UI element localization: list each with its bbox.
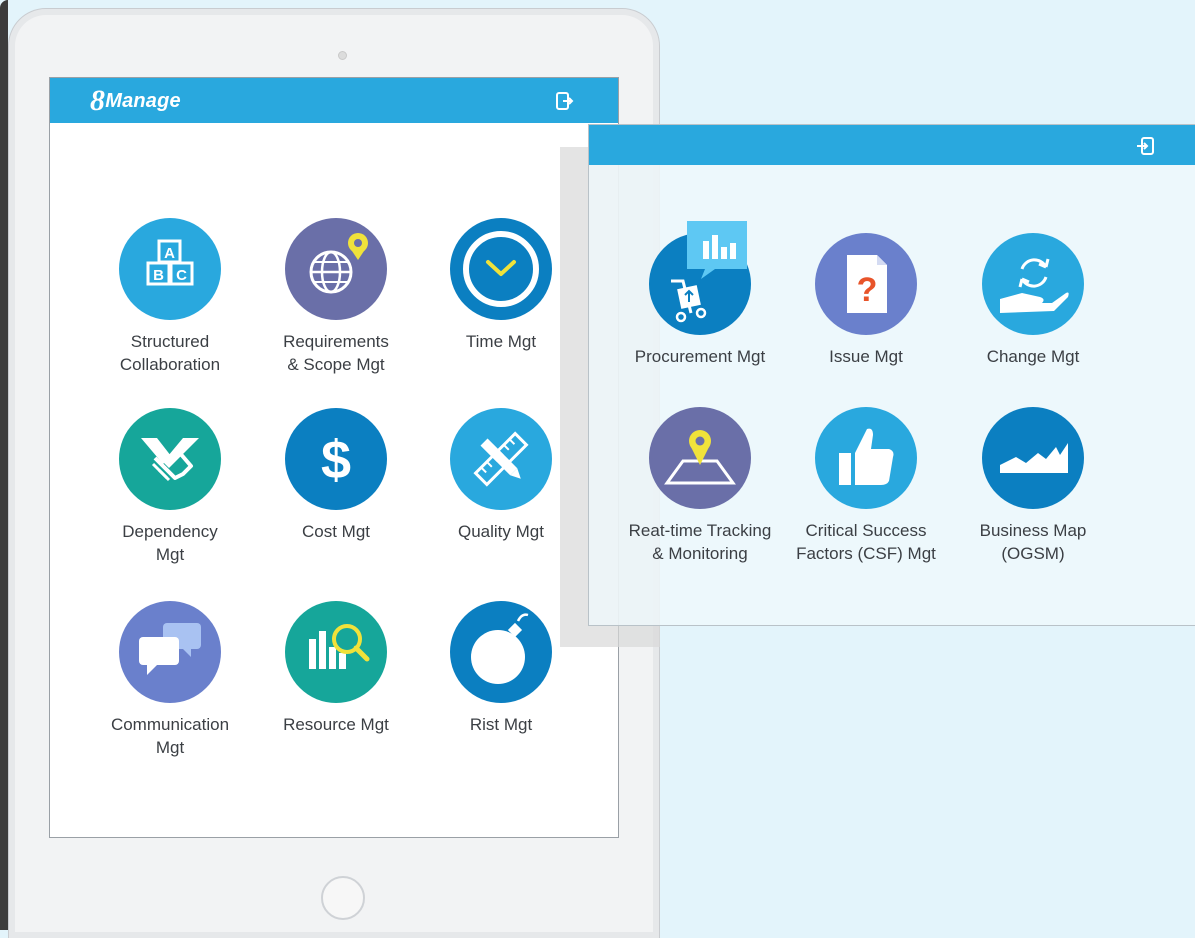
tablet-edge	[0, 0, 8, 930]
cart-chart-icon	[649, 221, 751, 335]
tile-risk-mgt[interactable]: Rist Mgt	[426, 601, 576, 736]
chat-bubbles-icon	[119, 601, 221, 703]
svg-text:?: ?	[857, 271, 878, 309]
tile-label: Business Map (OGSM)	[979, 521, 1087, 563]
handshake-icon	[119, 408, 221, 510]
tile-label: Dependency Mgt	[122, 522, 218, 564]
tablet-screen: 8Manage A B C Structured Collaboration R…	[49, 77, 619, 838]
panel-header	[589, 125, 1195, 165]
dollar-icon: $	[285, 408, 387, 510]
tile-label: Communication Mgt	[110, 715, 230, 757]
tile-critical-success-factors[interactable]: Critical Success Factors (CSF) Mgt	[791, 407, 941, 565]
tile-change-mgt[interactable]: Change Mgt	[958, 233, 1108, 368]
expanded-module-panel: Procurement Mgt ? Issue Mgt Change Mgt R…	[588, 124, 1195, 626]
tile-label: Critical Success Factors (CSF) Mgt	[796, 521, 936, 563]
app-logo[interactable]: 8Manage	[90, 84, 181, 118]
svg-text:C: C	[176, 267, 187, 284]
svg-text:A: A	[164, 245, 175, 262]
tile-label: Structured Collaboration	[119, 332, 221, 374]
tile-label: Change Mgt	[986, 347, 1080, 366]
area-chart-icon	[982, 407, 1084, 509]
ruler-pencil-icon	[450, 408, 552, 510]
tile-issue-mgt[interactable]: ? Issue Mgt	[791, 233, 941, 368]
tile-business-map[interactable]: Business Map (OGSM)	[958, 407, 1108, 565]
svg-text:B: B	[153, 267, 164, 284]
tile-structured-collaboration[interactable]: A B C Structured Collaboration	[95, 218, 245, 376]
question-document-icon: ?	[815, 233, 917, 335]
bars-magnifier-icon	[285, 601, 387, 703]
tile-dependency-mgt[interactable]: Dependency Mgt	[95, 408, 245, 566]
tile-label: Resource Mgt	[283, 715, 389, 734]
tile-quality-mgt[interactable]: Quality Mgt	[426, 408, 576, 543]
tile-label: Reat-time Tracking & Monitoring	[628, 521, 772, 563]
tile-label: Rist Mgt	[469, 715, 533, 734]
tile-label: Time Mgt	[465, 332, 537, 351]
hand-cycle-icon	[982, 233, 1084, 335]
tile-cost-mgt[interactable]: $ Cost Mgt	[261, 408, 411, 543]
tile-label: Issue Mgt	[829, 347, 903, 366]
svg-text:$: $	[321, 430, 351, 490]
tile-label: Procurement Mgt	[634, 347, 766, 366]
tile-label: Quality Mgt	[458, 522, 544, 541]
camera-dot	[338, 51, 347, 60]
logout-icon[interactable]	[554, 91, 574, 111]
tile-label: Requirements & Scope Mgt	[283, 332, 389, 374]
tile-procurement-mgt[interactable]: Procurement Mgt	[625, 221, 775, 368]
tile-requirements-scope[interactable]: Requirements & Scope Mgt	[261, 218, 411, 376]
login-icon[interactable]	[1136, 136, 1156, 156]
logo-digit: 8	[90, 84, 106, 117]
tile-realtime-tracking[interactable]: Reat-time Tracking & Monitoring	[625, 407, 775, 565]
tile-communication-mgt[interactable]: Communication Mgt	[95, 601, 245, 759]
bomb-icon	[450, 601, 552, 703]
globe-pin-icon	[285, 218, 387, 320]
tile-label: Cost Mgt	[301, 522, 371, 541]
abc-blocks-icon: A B C	[119, 218, 221, 320]
app-header: 8Manage	[50, 78, 618, 123]
tile-resource-mgt[interactable]: Resource Mgt	[261, 601, 411, 736]
clock-icon	[450, 218, 552, 320]
map-pin-icon	[649, 407, 751, 509]
logo-text: Manage	[105, 90, 181, 112]
thumbs-up-icon	[815, 407, 917, 509]
home-button[interactable]	[321, 876, 365, 920]
tile-time-mgt[interactable]: Time Mgt	[426, 218, 576, 353]
